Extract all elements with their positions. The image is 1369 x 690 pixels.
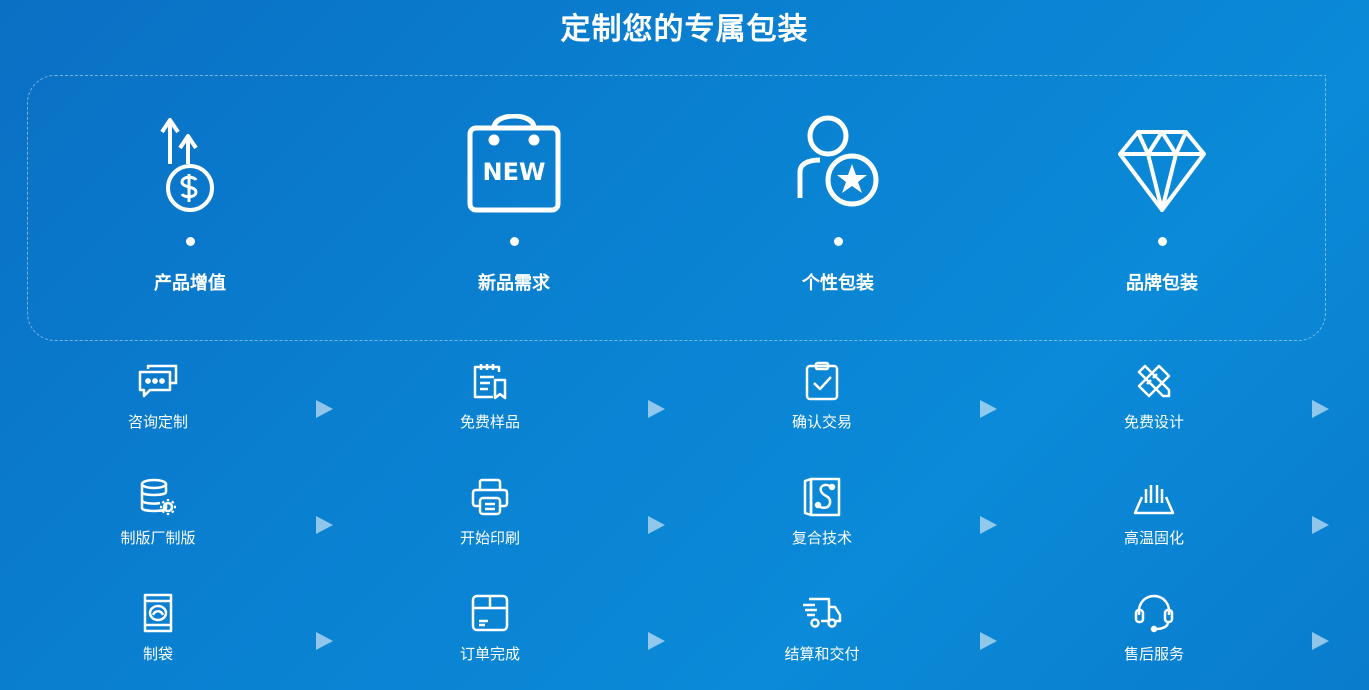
feature-dot (185, 237, 195, 246)
step-confirm-deal: 确认交易 (742, 360, 902, 432)
step-label: 确认交易 (791, 413, 852, 431)
clipboard-check-icon (742, 360, 902, 402)
headset-icon (1074, 592, 1234, 634)
flow-arrow (648, 632, 665, 650)
feature-dot (509, 237, 519, 246)
step-label: 复合技术 (791, 529, 852, 547)
feature-brand-packaging: 品牌包装 (1062, 110, 1262, 295)
step-free-design: 免费设计 (1074, 360, 1234, 432)
step-lamination: 复合技术 (742, 476, 902, 548)
feature-new-product: NEW 新品需求 (414, 110, 614, 295)
step-consult: 咨询定制 (78, 360, 238, 432)
feature-dot (833, 237, 843, 246)
feature-label: 个性包装 (802, 273, 874, 294)
step-label: 高温固化 (1123, 529, 1184, 547)
feature-label: 产品增值 (154, 273, 226, 294)
page-title: 定制您的专属包装 (560, 12, 809, 47)
step-label: 免费设计 (1123, 413, 1184, 431)
svg-text:NEW: NEW (483, 158, 546, 186)
step-heat-curing: 高温固化 (1074, 476, 1234, 548)
compound-roll-icon (742, 476, 902, 518)
step-label: 售后服务 (1123, 645, 1184, 663)
step-after-sales: 售后服务 (1074, 592, 1234, 664)
step-label: 订单完成 (459, 645, 520, 663)
flow-arrow (980, 632, 997, 650)
flow-arrow (316, 516, 333, 534)
box-icon (410, 592, 570, 634)
step-bag-making: 制袋 (78, 592, 238, 664)
flow-arrow (648, 400, 665, 418)
delivery-truck-icon (742, 592, 902, 634)
user-star-icon (738, 110, 938, 214)
printer-icon (410, 476, 570, 518)
step-start-printing: 开始印刷 (410, 476, 570, 548)
feature-label: 新品需求 (478, 273, 550, 294)
step-plate-making: 制版厂制版 (78, 476, 238, 548)
chat-icon (78, 360, 238, 402)
flow-arrow (648, 516, 665, 534)
bag-icon (78, 592, 238, 634)
feature-product-value: 产品增值 (90, 110, 290, 295)
step-label: 制袋 (142, 645, 173, 663)
step-free-sample: 免费样品 (410, 360, 570, 432)
heat-curing-icon (1074, 476, 1234, 518)
step-label: 免费样品 (459, 413, 520, 431)
step-label: 开始印刷 (459, 529, 520, 547)
database-gear-icon (78, 476, 238, 518)
sample-doc-icon (410, 360, 570, 402)
feature-personal-packaging: 个性包装 (738, 110, 938, 295)
flow-arrow (980, 400, 997, 418)
new-bag-icon: NEW (414, 110, 614, 214)
design-tools-icon (1074, 360, 1234, 402)
flow-arrow (1312, 516, 1329, 534)
flow-arrow (316, 400, 333, 418)
flow-arrow (980, 516, 997, 534)
step-label: 结算和交付 (784, 645, 860, 663)
diamond-icon (1062, 110, 1262, 214)
flow-arrow (316, 632, 333, 650)
flow-arrow (1312, 632, 1329, 650)
feature-label: 品牌包装 (1126, 273, 1198, 294)
step-label: 制版厂制版 (120, 529, 196, 547)
step-label: 咨询定制 (127, 413, 188, 431)
flow-arrow (1312, 400, 1329, 418)
feature-dot (1157, 237, 1167, 246)
step-order-complete: 订单完成 (410, 592, 570, 664)
dollar-growth-icon (90, 110, 290, 214)
step-settlement-delivery: 结算和交付 (742, 592, 902, 664)
